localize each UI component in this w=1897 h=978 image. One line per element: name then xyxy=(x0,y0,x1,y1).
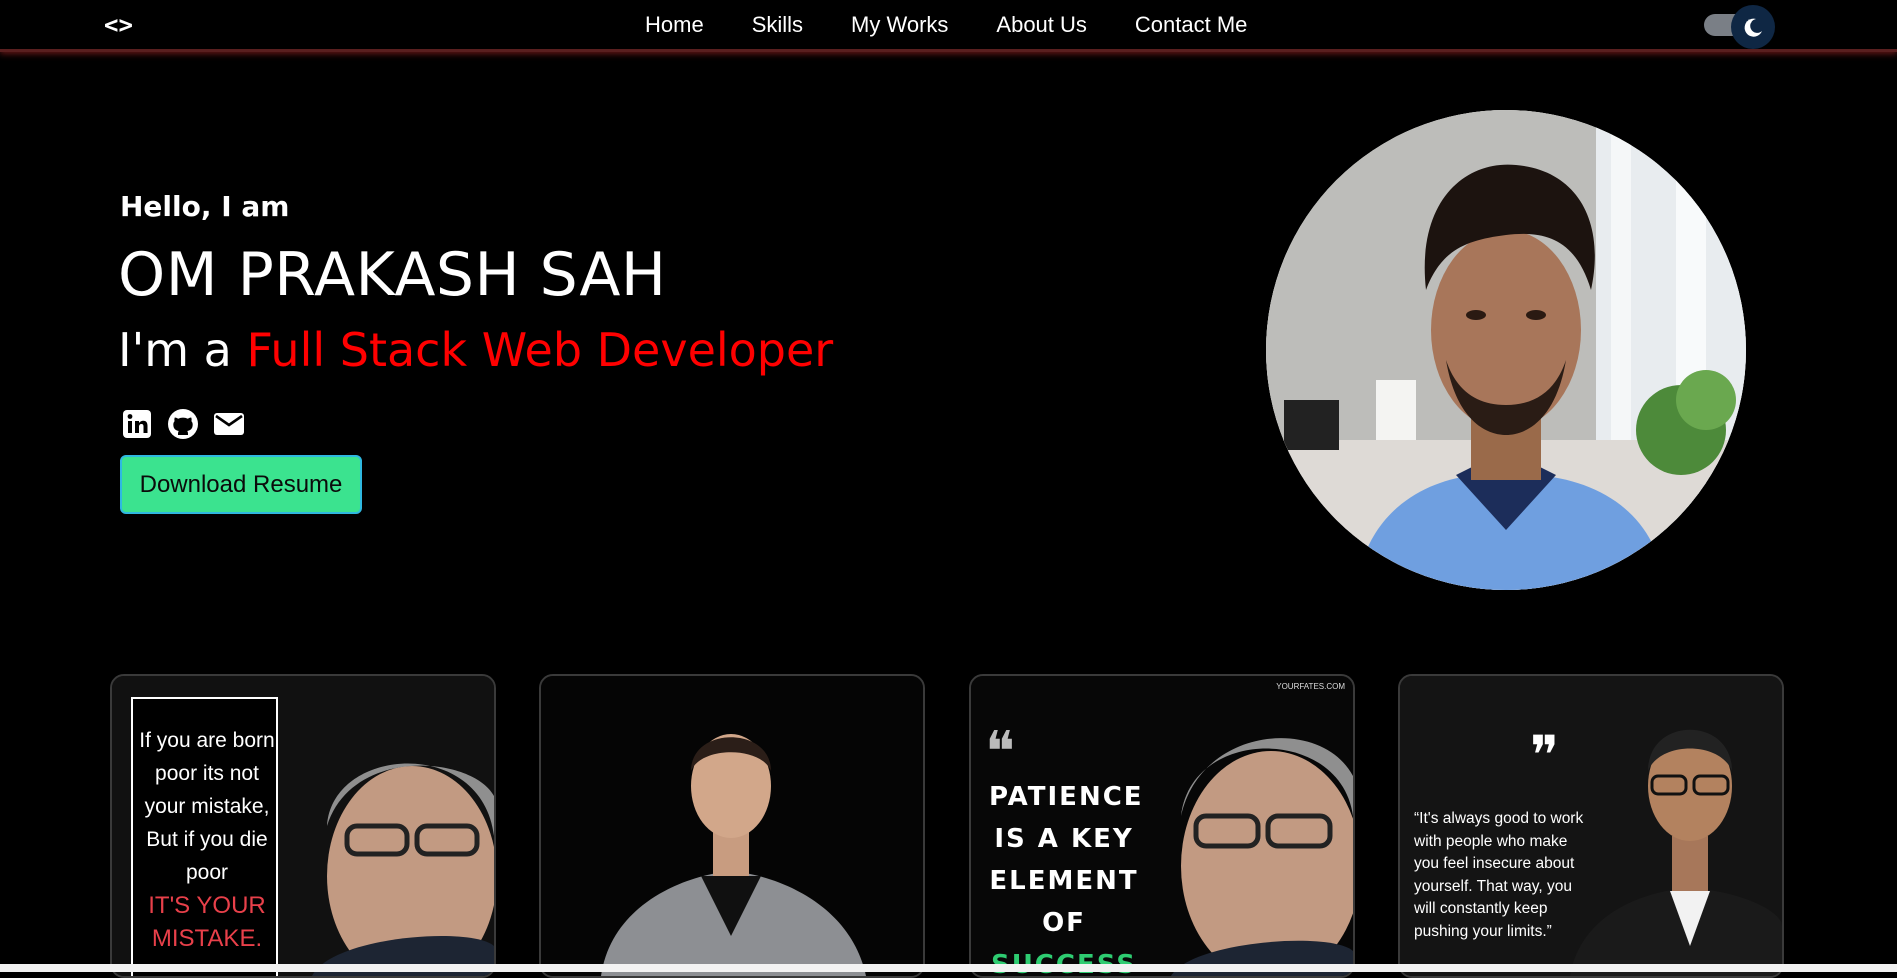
github-icon[interactable] xyxy=(167,408,199,440)
quote-3-text: PATIENCE IS A KEY ELEMENT OF SUCCESS xyxy=(989,776,1144,976)
logo-code-icon[interactable]: <> xyxy=(104,10,138,40)
nav-about-us[interactable]: About Us xyxy=(996,10,1087,40)
nav-home[interactable]: Home xyxy=(645,10,704,40)
quote-line: IS A KEY xyxy=(994,824,1134,854)
nav-contact-me[interactable]: Contact Me xyxy=(1135,10,1248,40)
quote-line: will constantly keep xyxy=(1414,900,1548,917)
quote-line: OF xyxy=(1042,908,1086,938)
quote-line: “It's always good to work xyxy=(1414,810,1584,827)
nav-my-works[interactable]: My Works xyxy=(851,10,948,40)
svg-text:❞: ❞ xyxy=(1530,724,1559,787)
quote-line: yourself. That way, you xyxy=(1414,877,1572,895)
quote-line: your mistake, xyxy=(144,795,270,818)
quote-line: you feel insecure about xyxy=(1414,855,1575,872)
nav-links: Home Skills My Works About Us Contact Me xyxy=(645,10,1247,40)
role-highlight: Full Stack Web Developer xyxy=(246,323,834,377)
theme-toggle[interactable] xyxy=(1704,5,1775,49)
quote-highlight: SUCCESS xyxy=(989,944,1139,976)
profile-photo xyxy=(1266,110,1746,590)
hero-name: OM PRAKASH SAH xyxy=(118,240,667,310)
quote-line: But if you die xyxy=(146,828,268,851)
quote-line: PATIENCE xyxy=(989,782,1144,812)
quote-line: poor its not xyxy=(155,762,259,785)
nav-skills[interactable]: Skills xyxy=(752,10,803,40)
download-resume-button[interactable]: Download Resume xyxy=(120,455,362,514)
quote-card-2[interactable] xyxy=(539,674,925,978)
quote-line: If you are born xyxy=(139,729,275,752)
mail-icon[interactable] xyxy=(213,408,245,440)
quote-line: ELEMENT xyxy=(989,866,1139,896)
quote-1-text: If you are born poor its not your mistak… xyxy=(137,724,277,955)
social-links xyxy=(121,408,245,440)
hero-greeting: Hello, I am xyxy=(120,190,290,223)
quote-highlight: IT'S YOUR xyxy=(148,892,266,919)
quote-line: pushing your limits.” xyxy=(1414,922,1552,940)
quote-card-4[interactable]: ❞ “It's always good to work with people … xyxy=(1398,674,1784,978)
linkedin-icon[interactable] xyxy=(121,408,153,440)
quote-highlight: MISTAKE. xyxy=(151,925,263,952)
quote-card-3[interactable]: ❝ YOURFATES.COM PATIENCE IS A KEY ELEMEN… xyxy=(969,674,1355,978)
hero-role: I'm a Full Stack Web Developer xyxy=(118,323,833,377)
quote-line: poor xyxy=(185,861,229,884)
quote-card-1[interactable]: If you are born poor its not your mistak… xyxy=(110,674,496,978)
quote-4-text: “It's always good to work with people wh… xyxy=(1414,808,1614,943)
quote-line: with people who make xyxy=(1414,832,1568,850)
role-prefix: I'm a xyxy=(118,323,232,377)
horizontal-scrollbar[interactable] xyxy=(0,964,1897,972)
quote-3-watermark: YOURFATES.COM xyxy=(1276,682,1345,691)
moon-icon xyxy=(1731,5,1775,49)
navbar: <> Home Skills My Works About Us Contact… xyxy=(0,0,1897,52)
